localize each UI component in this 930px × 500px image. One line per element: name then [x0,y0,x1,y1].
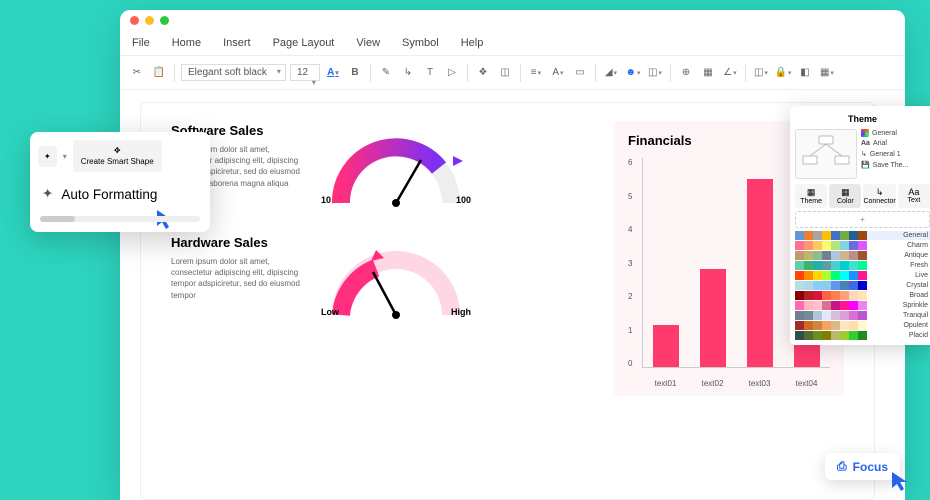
toolbar: ✂ 📋 Elegant soft black 12 A B ✎ ↳ T ▷ ❖ … [120,56,905,90]
crop-icon[interactable]: ◫ [646,64,664,82]
swatch-list: GeneralCharmAntiqueFreshLiveCrystalBroad… [795,231,930,340]
maximize-dot[interactable] [160,16,169,25]
auto-formatting-button[interactable]: ✦ Auto Formatting [38,178,202,210]
cursor-icon [890,470,914,494]
spark-icon: ✦ [42,186,53,202]
cut-icon[interactable]: ✂ [128,64,146,82]
theme-side-font[interactable]: AaArial [861,140,908,147]
fill-icon[interactable]: ☻ [624,64,642,82]
x-axis: text01text02text03text04 [642,379,830,388]
menu-insert[interactable]: Insert [223,37,251,49]
ruler-icon[interactable]: ▭ [571,64,589,82]
align-text-icon[interactable]: A [549,64,567,82]
software-gauge: 10 100 [321,128,471,205]
menu-file[interactable]: File [132,37,150,49]
shapes-icon[interactable]: ◫ [496,64,514,82]
paste-icon[interactable]: 📋 [150,64,168,82]
menu-symbol[interactable]: Symbol [402,37,439,49]
auto-formatting-label: Auto Formatting [61,187,157,202]
theme-add-button[interactable]: + [795,211,930,228]
theme-tab-connector[interactable]: ↳Connector [863,184,895,208]
minimize-dot[interactable] [145,16,154,25]
spark-button[interactable]: ✦ [38,146,57,167]
group-icon[interactable]: ◫ [752,64,770,82]
swatch-row[interactable]: Tranquil [795,311,930,320]
bar [747,179,773,367]
preview-icon[interactable]: ▦ [699,64,717,82]
theme-side-connector[interactable]: ↳General 1 [861,150,908,158]
zoom-icon[interactable]: ⊕ [677,64,695,82]
layers-icon[interactable]: ❖ [474,64,492,82]
menubar: File Home Insert Page Layout View Symbol… [120,30,905,56]
hardware-title: Hardware Sales [171,235,301,250]
line-style-icon[interactable]: ∠ [721,64,739,82]
canvas[interactable]: Software Sales Lorem ipsum dolor sit ame… [140,102,875,500]
more-icon[interactable]: ▦ [818,64,836,82]
swatch-row[interactable]: Antique [795,251,930,260]
bar [653,325,679,367]
theme-title: Theme [795,111,930,129]
swatch-row[interactable]: Sprinkle [795,301,930,310]
bar [700,269,726,367]
theme-panel[interactable]: Theme General AaArial ↳General 1 💾Save T… [790,106,930,345]
theme-preview-thumb[interactable] [795,129,857,179]
menu-page-layout[interactable]: Page Layout [273,37,335,49]
theme-side-general[interactable]: General [861,129,908,137]
swatch-row[interactable]: Broad [795,291,930,300]
pointer-icon[interactable]: ▷ [443,64,461,82]
theme-side-list: General AaArial ↳General 1 💾Save The... [861,129,908,179]
bold-icon[interactable]: B [346,64,364,82]
hardware-gauge-max: High [451,307,471,317]
swatch-row[interactable]: Opulent [795,321,930,330]
menu-view[interactable]: View [356,37,380,49]
swatch-row[interactable]: Charm [795,241,930,250]
swatch-row[interactable]: Crystal [795,281,930,290]
swatch-row[interactable]: Live [795,271,930,280]
create-smart-shape-button[interactable]: ✥ Create Smart Shape [73,140,162,172]
send-back-icon[interactable]: ◧ [796,64,814,82]
swatch-row[interactable]: Placid [795,331,930,340]
hardware-body: Lorem ipsum dolor sit amet, consectetur … [171,256,301,301]
font-size-select[interactable]: 12 [290,64,320,81]
theme-side-save[interactable]: 💾Save The... [861,161,908,169]
highlight-icon[interactable]: ◢ [602,64,620,82]
menu-help[interactable]: Help [461,37,484,49]
swatch-row[interactable]: General [795,231,930,240]
hardware-gauge: Low High [321,240,471,317]
progress-bar [40,216,200,222]
y-axis: 6543210 [628,158,632,368]
chevron-down-icon[interactable]: ▾ [63,152,67,161]
align-left-icon[interactable]: ≡ [527,64,545,82]
swatch-row[interactable]: Fresh [795,261,930,270]
theme-tabs: ▦Theme ▦Color ↳Connector AaText [795,184,930,208]
software-gauge-max: 100 [456,195,471,205]
lock-icon[interactable]: 🔒 [774,64,792,82]
focus-badge[interactable]: ⎙ Focus [825,453,900,480]
theme-tab-text[interactable]: AaText [898,184,930,208]
theme-tab-theme[interactable]: ▦Theme [795,184,827,208]
titlebar [120,10,905,30]
menu-home[interactable]: Home [172,37,201,49]
shape-icon: ✥ [114,146,121,155]
focus-icon: ⎙ [837,459,847,474]
close-dot[interactable] [130,16,139,25]
focus-label: Focus [853,460,888,474]
hardware-gauge-min: Low [321,307,339,317]
smart-shape-card[interactable]: ✦ ▾ ✥ Create Smart Shape ✦ Auto Formatti… [30,132,210,232]
font-color-icon[interactable]: A [324,64,342,82]
pencil-icon[interactable]: ✎ [377,64,395,82]
text-tool-icon[interactable]: T [421,64,439,82]
create-smart-shape-label: Create Smart Shape [81,157,154,166]
font-select[interactable]: Elegant soft black [181,64,286,81]
spark-icon: ✦ [44,152,51,161]
app-window: File Home Insert Page Layout View Symbol… [120,10,905,500]
connector-icon[interactable]: ↳ [399,64,417,82]
software-gauge-min: 10 [321,195,331,205]
theme-tab-color[interactable]: ▦Color [829,184,861,208]
